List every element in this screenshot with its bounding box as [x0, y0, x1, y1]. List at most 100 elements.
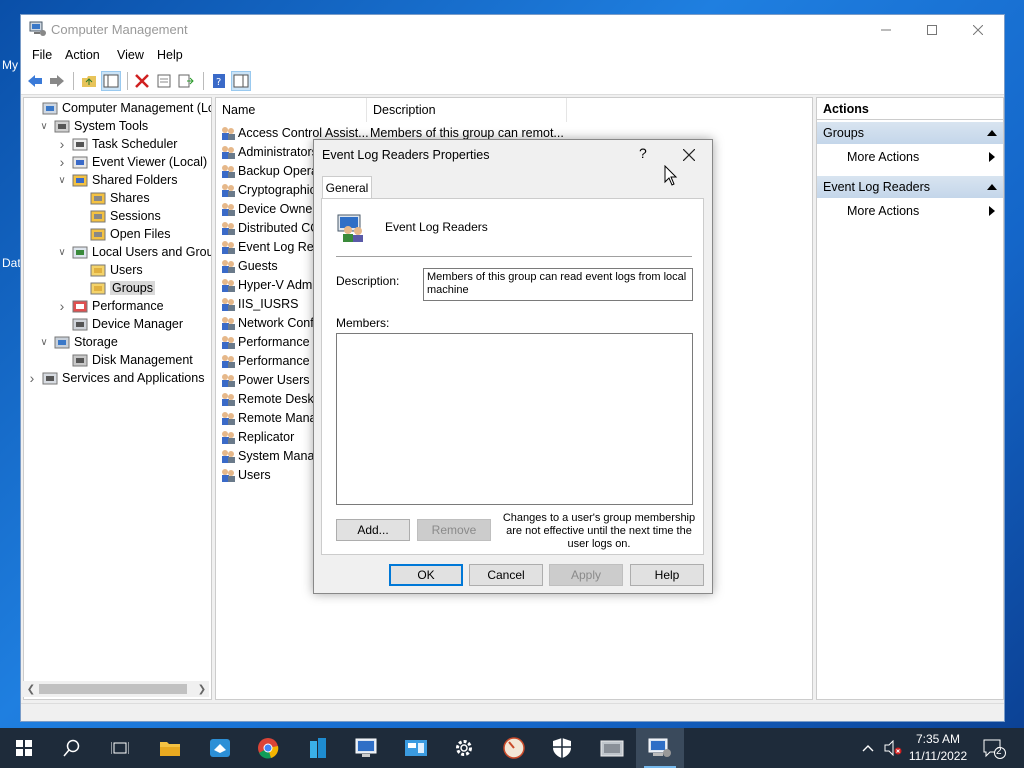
- dialog-help-button[interactable]: ?: [639, 145, 653, 161]
- menu-file[interactable]: File: [32, 48, 52, 62]
- apply-button[interactable]: Apply: [549, 564, 623, 586]
- tree-node[interactable]: ∨ Local Users and Groups: [56, 243, 211, 261]
- task-view-button[interactable]: [96, 728, 144, 768]
- submenu-arrow-icon: [989, 152, 995, 162]
- tree-node[interactable]: Shares: [74, 189, 150, 207]
- tree-node[interactable]: Groups: [74, 279, 155, 297]
- tree-node[interactable]: › Event Viewer (Local): [56, 153, 207, 171]
- menu-view[interactable]: View: [117, 48, 144, 62]
- control-panel-icon: [405, 740, 427, 756]
- toolbar-separator: [73, 72, 74, 90]
- taskbar-file-explorer[interactable]: [146, 728, 194, 768]
- properties-button[interactable]: [154, 71, 174, 91]
- local-users-groups-icon: [72, 246, 88, 259]
- delete-button[interactable]: [132, 71, 152, 91]
- search-button[interactable]: [48, 728, 96, 768]
- members-list[interactable]: [336, 333, 693, 505]
- expanded-chevron-icon[interactable]: ∨: [38, 117, 50, 135]
- taskbar-settings[interactable]: [440, 728, 488, 768]
- menu-action[interactable]: Action: [65, 48, 100, 62]
- folder-icon: [90, 282, 106, 295]
- taskbar-app-management[interactable]: [588, 728, 636, 768]
- more-actions-groups[interactable]: More Actions: [817, 146, 1003, 168]
- back-button[interactable]: [25, 71, 45, 91]
- help-button[interactable]: ?: [209, 71, 229, 91]
- collapsed-chevron-icon[interactable]: ›: [26, 369, 38, 387]
- scroll-left-icon[interactable]: ❮: [24, 681, 38, 697]
- taskbar-app-clock[interactable]: [490, 728, 538, 768]
- tree-node[interactable]: Computer Management (Local: [26, 99, 211, 117]
- scroll-right-icon[interactable]: ❯: [195, 681, 209, 697]
- title-bar[interactable]: Computer Management: [21, 15, 1004, 45]
- actions-section-title: Groups: [823, 126, 864, 140]
- taskbar-chrome[interactable]: [244, 728, 292, 768]
- export-list-button[interactable]: [176, 71, 196, 91]
- tree-node[interactable]: Disk Management: [56, 351, 193, 369]
- tree-node[interactable]: Sessions: [74, 207, 161, 225]
- computer-management-icon: [42, 102, 58, 115]
- show-hide-action-pane-button[interactable]: [231, 71, 251, 91]
- show-hide-tree-button[interactable]: [101, 71, 121, 91]
- tree-node[interactable]: Device Manager: [56, 315, 183, 333]
- remote-app-icon: [210, 739, 230, 757]
- tree-node[interactable]: ∨ Storage: [38, 333, 117, 351]
- tree-node[interactable]: › Performance: [56, 297, 164, 315]
- forward-button[interactable]: [47, 71, 67, 91]
- expanded-chevron-icon[interactable]: ∨: [56, 243, 68, 261]
- show-hidden-icons-button[interactable]: [862, 728, 874, 768]
- tab-general[interactable]: General: [322, 176, 372, 199]
- group-icon: [222, 354, 235, 368]
- description-field[interactable]: Members of this group can read event log…: [423, 268, 693, 301]
- group-icon: [222, 316, 235, 330]
- minimize-button[interactable]: [863, 15, 909, 45]
- properties-icon: [157, 74, 171, 88]
- start-button[interactable]: [0, 728, 48, 768]
- taskbar-app-monitor[interactable]: [342, 728, 390, 768]
- divider: [336, 256, 692, 257]
- taskbar-security[interactable]: [538, 728, 586, 768]
- help-book-icon: ?: [213, 74, 225, 88]
- tree-node[interactable]: Users: [74, 261, 143, 279]
- taskbar-clock[interactable]: 7:35 AM 11/11/2022: [900, 731, 976, 765]
- action-center-button[interactable]: 2: [982, 728, 1006, 768]
- sessions-icon: [90, 210, 106, 223]
- remove-member-button[interactable]: Remove: [417, 519, 491, 541]
- collapsed-chevron-icon[interactable]: ›: [56, 153, 68, 171]
- expanded-chevron-icon[interactable]: ∨: [38, 333, 50, 351]
- actions-section-groups[interactable]: Groups: [817, 122, 1003, 144]
- collapsed-chevron-icon[interactable]: ›: [56, 135, 68, 153]
- monitor-app-icon: [355, 738, 377, 757]
- tree-node[interactable]: › Task Scheduler: [56, 135, 178, 153]
- taskbar-app-control-panel[interactable]: [392, 728, 440, 768]
- ok-button[interactable]: OK: [389, 564, 463, 586]
- up-level-button[interactable]: [79, 71, 99, 91]
- tree-node[interactable]: ∨ System Tools: [38, 117, 148, 135]
- close-button[interactable]: [955, 15, 1001, 45]
- taskbar-app-remote[interactable]: [196, 728, 244, 768]
- add-member-button[interactable]: Add...: [336, 519, 410, 541]
- maximize-button[interactable]: [909, 15, 955, 45]
- taskbar-computer-management[interactable]: [636, 728, 684, 768]
- scroll-thumb[interactable]: [39, 684, 187, 694]
- column-header-name[interactable]: Name: [216, 98, 367, 122]
- collapsed-chevron-icon[interactable]: ›: [56, 297, 68, 315]
- dialog-close-button[interactable]: [674, 142, 704, 168]
- actions-header: Actions: [817, 98, 1003, 120]
- tree-node-label: Groups: [110, 281, 155, 295]
- help-button[interactable]: Help: [630, 564, 704, 586]
- group-name-cell: Access Control Assist...: [238, 125, 369, 140]
- taskbar-app-buildings[interactable]: [294, 728, 342, 768]
- tree-node[interactable]: ∨ Shared Folders: [56, 171, 177, 189]
- actions-section-event-log-readers[interactable]: Event Log Readers: [817, 176, 1003, 198]
- column-header-description[interactable]: Description: [367, 98, 567, 122]
- menu-help[interactable]: Help: [157, 48, 183, 62]
- group-icon: [222, 449, 235, 463]
- more-actions-event-log-readers[interactable]: More Actions: [817, 200, 1003, 222]
- expanded-chevron-icon[interactable]: ∨: [56, 171, 68, 189]
- tree-node[interactable]: Open Files: [74, 225, 170, 243]
- cancel-button[interactable]: Cancel: [469, 564, 543, 586]
- tree-node[interactable]: › Services and Applications: [26, 369, 205, 387]
- tree-horizontal-scrollbar[interactable]: ❮ ❯: [23, 681, 209, 697]
